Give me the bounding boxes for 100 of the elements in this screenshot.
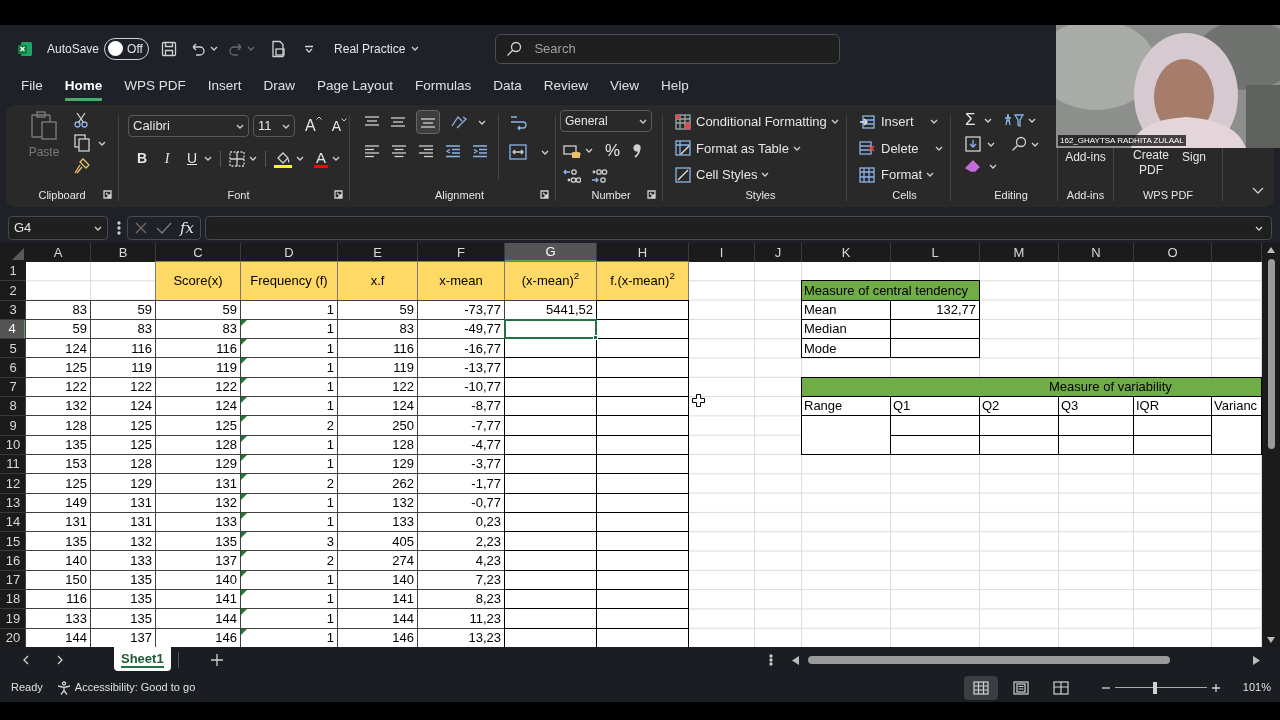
normal-view-button[interactable] (963, 675, 998, 700)
menu-tab[interactable]: Home (64, 75, 103, 101)
row-header[interactable]: 11 (0, 454, 26, 475)
increase-indent-icon[interactable] (472, 144, 488, 158)
copy-icon[interactable] (74, 134, 90, 152)
row-header[interactable]: 10 (0, 435, 26, 455)
format-painter-icon[interactable] (74, 158, 90, 174)
menu-tab[interactable]: Help (661, 75, 689, 101)
percent-button[interactable]: % (605, 138, 621, 164)
previous-sheet-icon[interactable] (22, 655, 30, 665)
save-icon[interactable] (161, 40, 178, 57)
row-header[interactable]: 9 (0, 416, 26, 436)
collapse-ribbon-icon[interactable] (1252, 187, 1264, 195)
column-header[interactable]: K (802, 243, 891, 262)
column-header[interactable]: O (1134, 243, 1212, 262)
menu-tab[interactable]: File (21, 75, 43, 101)
row-header[interactable]: 19 (0, 609, 26, 629)
row-header[interactable]: 2 (0, 281, 26, 301)
menu-tab[interactable]: WPS PDF (124, 75, 186, 101)
orientation-icon[interactable] (450, 114, 468, 130)
menu-tab[interactable]: Data (493, 75, 522, 101)
menu-tab[interactable]: Formulas (414, 75, 472, 101)
zoom-level[interactable]: 101% (1242, 679, 1271, 696)
merge-center-icon[interactable] (509, 144, 527, 160)
search-field[interactable]: Search (495, 33, 841, 64)
scrollbar-thumb[interactable] (1267, 259, 1275, 449)
font-color-button[interactable]: A (314, 149, 328, 168)
bold-button[interactable]: B (133, 148, 151, 169)
sort-filter-icon[interactable] (1003, 112, 1024, 128)
align-left-icon[interactable] (364, 144, 380, 158)
align-center-icon[interactable] (391, 144, 407, 158)
search-icon[interactable] (506, 40, 523, 57)
decrease-font-button[interactable]: A (331, 115, 347, 137)
align-right-icon[interactable] (418, 144, 434, 158)
row-header[interactable]: 14 (0, 512, 26, 533)
row-header[interactable]: 15 (0, 532, 26, 552)
zoom-slider[interactable] (1114, 681, 1207, 694)
scroll-up-icon[interactable] (1267, 247, 1275, 253)
column-header[interactable]: I (689, 243, 755, 262)
menu-tab[interactable]: Insert (207, 75, 242, 101)
menu-tab[interactable]: Review (543, 75, 588, 101)
zoom-in-icon[interactable] (1211, 683, 1220, 692)
scroll-left-icon[interactable] (792, 655, 799, 665)
borders-icon[interactable] (229, 150, 245, 167)
cells-menu-button[interactable]: Insert (859, 112, 950, 132)
decrease-indent-icon[interactable] (445, 144, 461, 158)
underline-button[interactable]: U (183, 148, 201, 169)
scroll-right-icon[interactable] (1253, 655, 1260, 665)
excel-logo-icon[interactable] (17, 40, 33, 57)
dialog-launcher-icon[interactable] (103, 190, 112, 199)
row-header[interactable]: 13 (0, 493, 26, 513)
increase-decimal-icon[interactable] (563, 167, 581, 184)
column-header[interactable]: L (891, 243, 980, 262)
search-icon[interactable] (1011, 136, 1027, 152)
row-header[interactable]: 6 (0, 358, 26, 378)
more-options-icon[interactable] (769, 654, 773, 666)
italic-button[interactable]: I (158, 148, 176, 169)
styles-menu-button[interactable]: Conditional Formatting (675, 112, 846, 132)
scrollbar-thumb[interactable] (808, 656, 1170, 664)
column-header[interactable]: B (91, 243, 156, 262)
row-header[interactable]: 1 (0, 262, 26, 282)
row-header[interactable]: 7 (0, 377, 26, 398)
add-ins-button[interactable]: Add-ins (1065, 148, 1106, 166)
middle-align-icon[interactable] (390, 115, 406, 129)
dialog-launcher-icon[interactable] (540, 190, 549, 199)
row-header[interactable]: 18 (0, 590, 26, 610)
menu-tab[interactable]: Page Layout (317, 75, 393, 101)
column-header[interactable]: N (1059, 243, 1134, 262)
row-header[interactable]: 8 (0, 397, 26, 417)
cut-icon[interactable] (74, 112, 88, 128)
document-title[interactable]: Real Practice (334, 39, 420, 58)
add-sheet-icon[interactable] (210, 654, 223, 666)
sheet-tab[interactable]: Sheet1 (114, 647, 171, 671)
row-header[interactable]: 4 (0, 319, 26, 340)
number-format-field[interactable]: General (560, 110, 652, 132)
bottom-align-button[interactable] (416, 110, 440, 134)
selected-cell[interactable] (504, 318, 597, 340)
more-options-icon[interactable] (117, 221, 121, 235)
menu-tab[interactable]: View (609, 75, 639, 101)
font-name-field[interactable]: Calibri (128, 115, 249, 137)
row-header[interactable]: 5 (0, 339, 26, 359)
column-header[interactable]: A (26, 243, 91, 262)
font-size-field[interactable]: 11 (253, 115, 295, 137)
cancel-icon[interactable] (134, 221, 148, 235)
dialog-launcher-icon[interactable] (647, 190, 656, 199)
zoom-slider-thumb[interactable] (1153, 681, 1158, 694)
row-header[interactable]: 12 (0, 474, 26, 494)
scroll-down-icon[interactable] (1267, 637, 1275, 643)
next-sheet-icon[interactable] (56, 655, 64, 665)
sign-button[interactable]: Sign (1182, 148, 1206, 166)
select-all-button[interactable] (0, 243, 26, 262)
wrap-text-icon[interactable] (509, 114, 527, 132)
column-header[interactable]: J (755, 243, 802, 262)
top-align-icon[interactable] (364, 115, 380, 129)
print-preview-icon[interactable] (270, 39, 287, 58)
horizontal-scrollbar[interactable] (792, 653, 1260, 667)
cells-menu-button[interactable]: Format (859, 165, 950, 185)
column-header[interactable]: M (980, 243, 1059, 262)
comma-style-icon[interactable] (632, 142, 643, 159)
row-header[interactable]: 17 (0, 570, 26, 591)
